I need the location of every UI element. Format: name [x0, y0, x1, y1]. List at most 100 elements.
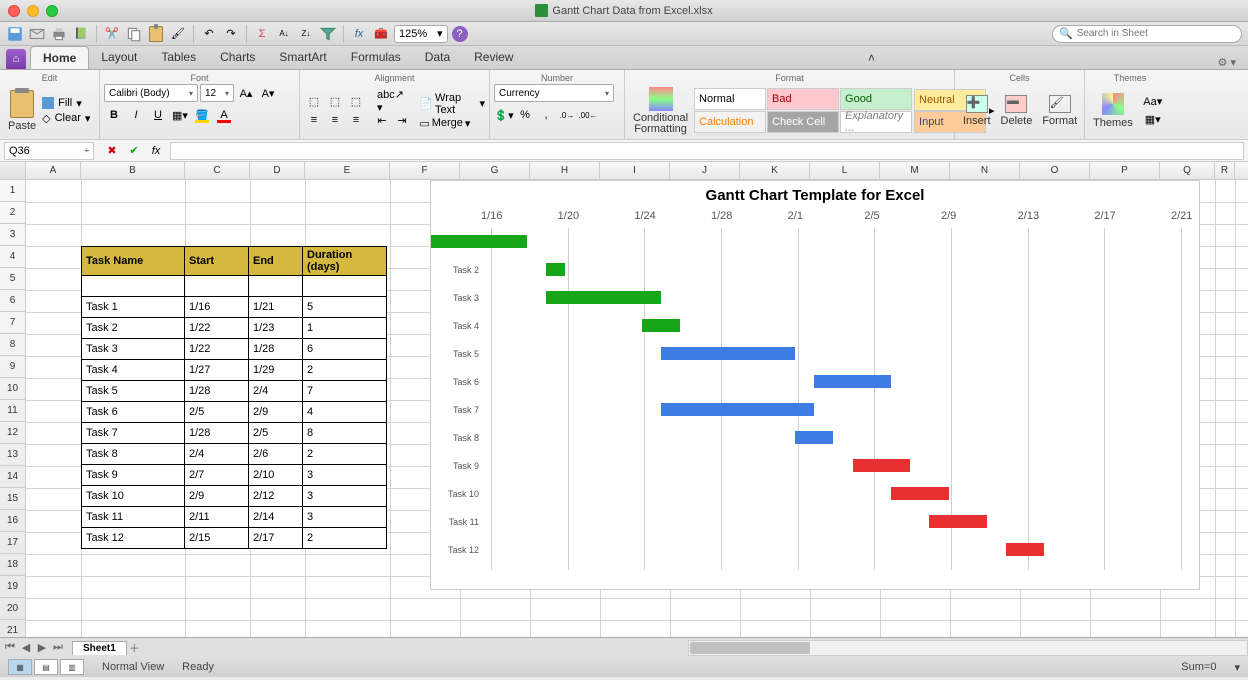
themes-button[interactable]: Themes — [1089, 91, 1137, 131]
decrease-decimal-button[interactable]: .00← — [578, 106, 598, 124]
insert-cells-button[interactable]: ➕Insert — [959, 93, 995, 129]
column-header[interactable]: J — [670, 162, 740, 179]
delete-cells-button[interactable]: ➖Delete — [997, 93, 1037, 129]
align-center-button[interactable]: ≡ — [325, 111, 345, 129]
style-calculation[interactable]: Calculation — [694, 111, 766, 133]
bold-button[interactable]: B — [104, 106, 124, 124]
ribbon-tab-smartart[interactable]: SmartArt — [267, 46, 338, 69]
number-format-combo[interactable]: Currency — [494, 84, 614, 102]
settings-icon[interactable]: ⚙ ▾ — [1218, 56, 1236, 69]
column-header[interactable]: K — [740, 162, 810, 179]
print-button[interactable] — [50, 25, 68, 43]
gantt-bar[interactable] — [795, 431, 833, 444]
column-header[interactable]: G — [460, 162, 530, 179]
zoom-control[interactable]: 125%▾ — [394, 25, 448, 43]
wrap-text-button[interactable]: 📄Wrap Text ▾ — [419, 92, 485, 116]
underline-button[interactable]: U — [148, 106, 168, 124]
style-normal[interactable]: Normal — [694, 88, 766, 110]
gantt-bar[interactable] — [642, 319, 680, 332]
row-header[interactable]: 21 — [0, 620, 25, 637]
row-header[interactable]: 5 — [0, 268, 25, 290]
insert-function-button[interactable]: fx — [146, 142, 166, 160]
fill-color-button[interactable]: 🪣 — [192, 106, 212, 124]
row-header[interactable]: 1 — [0, 180, 25, 202]
horizontal-scrollbar[interactable] — [688, 640, 1248, 656]
increase-decimal-button[interactable]: .0→ — [557, 106, 577, 124]
gantt-bar[interactable] — [661, 403, 814, 416]
row-header[interactable]: 18 — [0, 554, 25, 576]
row-header[interactable]: 19 — [0, 576, 25, 598]
sheet-tab-sheet1[interactable]: Sheet1 — [72, 641, 127, 655]
column-header[interactable]: I — [600, 162, 670, 179]
enter-formula-button[interactable]: ✔ — [124, 142, 144, 160]
row-header[interactable]: 11 — [0, 400, 25, 422]
column-header[interactable]: E — [305, 162, 390, 179]
style-bad[interactable]: Bad — [767, 88, 839, 110]
row-header[interactable]: 15 — [0, 488, 25, 510]
column-header[interactable]: O — [1020, 162, 1090, 179]
cancel-formula-button[interactable]: ✖ — [102, 142, 122, 160]
gantt-chart[interactable]: Gantt Chart Template for Excel 1/161/201… — [430, 180, 1200, 590]
font-color-button[interactable]: A — [214, 106, 234, 124]
sheet-nav-prev[interactable]: ◀ — [18, 641, 34, 654]
sort-asc-button[interactable]: A↓ — [275, 25, 293, 43]
format-cells-button[interactable]: 🖌Format — [1038, 93, 1081, 129]
copy-button[interactable] — [125, 25, 143, 43]
orientation-button[interactable]: abc↗ ▾ — [372, 92, 413, 110]
save-button[interactable] — [6, 25, 24, 43]
redo-button[interactable]: ↷ — [222, 25, 240, 43]
comma-button[interactable]: , — [536, 106, 556, 124]
row-header[interactable]: 3 — [0, 224, 25, 246]
gantt-bar[interactable] — [891, 487, 949, 500]
font-size-combo[interactable]: 12 — [200, 84, 234, 102]
autosum-button[interactable]: Σ — [253, 25, 271, 43]
status-menu-button[interactable]: ▾ — [1234, 661, 1240, 674]
sheet-nav-first[interactable]: ⏮ — [2, 641, 18, 654]
increase-font-button[interactable]: A▴ — [236, 84, 256, 102]
column-header[interactable]: L — [810, 162, 880, 179]
column-header[interactable]: N — [950, 162, 1020, 179]
style-explanatory[interactable]: Explanatory ... — [840, 111, 912, 133]
column-header[interactable]: Q — [1160, 162, 1215, 179]
column-header[interactable]: B — [81, 162, 185, 179]
toolbox-button[interactable]: 🧰 — [372, 25, 390, 43]
help-button[interactable]: ? — [452, 26, 468, 42]
cell-styles-gallery[interactable]: Normal Bad Good Calculation Check Cell E… — [694, 88, 912, 133]
percent-button[interactable]: % — [515, 106, 535, 124]
row-header[interactable]: 6 — [0, 290, 25, 312]
sheet-nav-next[interactable]: ▶ — [34, 641, 50, 654]
search-input[interactable] — [1077, 28, 1235, 39]
gantt-bar[interactable] — [431, 235, 527, 248]
column-header[interactable]: M — [880, 162, 950, 179]
ribbon-collapse-button[interactable]: ˄ — [862, 47, 881, 69]
cut-button[interactable]: ✂️ — [103, 25, 121, 43]
align-middle-button[interactable]: ⬚ — [325, 92, 345, 110]
zoom-window-button[interactable] — [46, 5, 58, 17]
sort-desc-button[interactable]: Z↓ — [297, 25, 315, 43]
select-all-corner[interactable] — [0, 162, 26, 179]
row-header[interactable]: 20 — [0, 598, 25, 620]
row-header[interactable]: 4 — [0, 246, 25, 268]
theme-fonts-button[interactable]: Aa▾ — [1139, 93, 1167, 111]
close-window-button[interactable] — [8, 5, 20, 17]
undo-button[interactable]: ↶ — [200, 25, 218, 43]
page-layout-view-button[interactable]: ▤ — [34, 659, 58, 675]
gantt-bar[interactable] — [546, 263, 565, 276]
ribbon-tab-layout[interactable]: Layout — [89, 46, 149, 69]
formula-input[interactable] — [170, 142, 1244, 160]
column-header[interactable]: R — [1215, 162, 1235, 179]
library-button[interactable]: 📗 — [72, 25, 90, 43]
ribbon-tab-review[interactable]: Review — [462, 46, 525, 69]
merge-button[interactable]: ▭Merge ▾ — [419, 117, 485, 130]
currency-button[interactable]: 💲▾ — [494, 106, 514, 124]
row-header[interactable]: 13 — [0, 444, 25, 466]
font-name-combo[interactable]: Calibri (Body) — [104, 84, 198, 102]
align-top-button[interactable]: ⬚ — [304, 92, 324, 110]
file-menu-button[interactable]: ⌂ — [6, 49, 26, 69]
gantt-bar[interactable] — [661, 347, 795, 360]
normal-view-button[interactable]: ▦ — [8, 659, 32, 675]
sheet-nav-last[interactable]: ⏭ — [50, 641, 66, 654]
column-header[interactable]: P — [1090, 162, 1160, 179]
decrease-font-button[interactable]: A▾ — [258, 84, 278, 102]
ribbon-tab-charts[interactable]: Charts — [208, 46, 267, 69]
